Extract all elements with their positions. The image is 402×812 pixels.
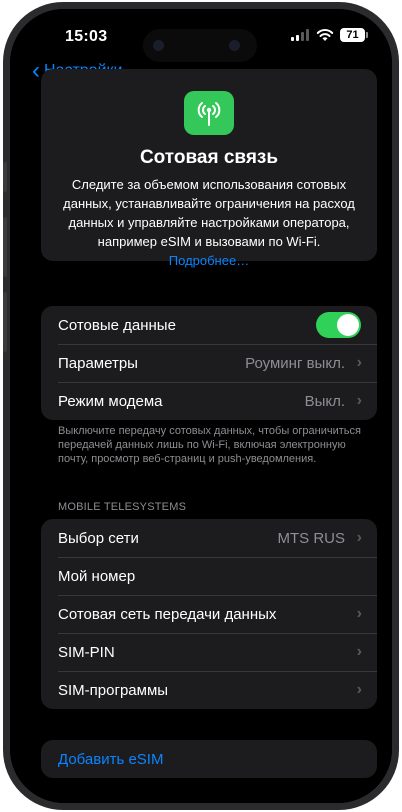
chevron-right-icon: › (356, 681, 362, 698)
cellular-data-group: Сотовые данные Параметры Роуминг выкл. ›… (41, 306, 377, 420)
hotspot-value: Выкл. (304, 392, 345, 410)
camera-icon (229, 40, 240, 51)
battery-indicator: 71 (340, 28, 368, 42)
page-title: Сотовая связь (139, 147, 279, 168)
chevron-right-icon: › (356, 643, 362, 660)
my-number-row[interactable]: Мой номер (41, 557, 377, 595)
parameters-value: Роуминг выкл. (245, 354, 345, 372)
carrier-group: Выбор сети MTS RUS › Мой номер Сотовая с… (41, 519, 377, 709)
my-number-label: Мой номер (58, 567, 136, 585)
wifi-icon (316, 29, 334, 41)
cellular-data-toggle[interactable] (316, 312, 361, 338)
hotspot-row[interactable]: Режим модема Выкл. › (41, 382, 377, 420)
network-selection-row[interactable]: Выбор сети MTS RUS › (41, 519, 377, 557)
status-time: 15:03 (65, 28, 108, 45)
network-selection-value: MTS RUS (277, 529, 346, 547)
cellular-data-network-row[interactable]: Сотовая сеть передачи данных › (41, 595, 377, 633)
cellular-description: Следите за объемом использования сотовых… (55, 175, 363, 270)
add-esim-button[interactable]: Добавить eSIM (41, 740, 377, 778)
antenna-icon (184, 91, 234, 135)
add-esim-group: Добавить eSIM (41, 740, 377, 778)
cellular-info-card: Сотовая связь Следите за объемом использ… (41, 69, 377, 268)
chevron-right-icon: › (356, 529, 362, 546)
chevron-right-icon: › (356, 605, 362, 622)
parameters-row[interactable]: Параметры Роуминг выкл. › (41, 344, 377, 382)
cellular-data-network-label: Сотовая сеть передачи данных (58, 605, 277, 623)
cellular-data-footnote: Выключите передачу сотовых данных, чтобы… (58, 425, 361, 465)
volume-up-button (3, 217, 7, 277)
cellular-data-label: Сотовые данные (58, 316, 176, 334)
screen-bezel: 15:03 71 ‹ Настройки (10, 9, 392, 803)
chevron-left-icon: ‹ (32, 57, 40, 84)
learn-more-link[interactable]: Подробнее… (169, 253, 249, 268)
chevron-right-icon: › (356, 392, 362, 409)
add-esim-label: Добавить eSIM (58, 750, 164, 768)
hotspot-label: Режим модема (58, 392, 163, 410)
cellular-data-row: Сотовые данные (41, 306, 377, 344)
phone-frame: 15:03 71 ‹ Настройки (3, 2, 399, 810)
dynamic-island (143, 29, 257, 62)
cellular-signal-icon (291, 29, 309, 41)
sim-apps-label: SIM-программы (58, 681, 169, 699)
description-text: Следите за объемом использования сотовых… (63, 177, 355, 249)
sim-apps-row[interactable]: SIM-программы › (41, 671, 377, 709)
action-button (3, 162, 7, 192)
chevron-right-icon: › (356, 354, 362, 371)
sensor-icon (153, 40, 164, 51)
volume-down-button (3, 292, 7, 352)
carrier-section-header: MOBILE TELESYSTEMS (58, 501, 187, 513)
sim-pin-label: SIM-PIN (58, 643, 115, 661)
parameters-label: Параметры (58, 354, 138, 372)
network-selection-label: Выбор сети (58, 529, 139, 547)
sim-pin-row[interactable]: SIM-PIN › (41, 633, 377, 671)
screen: 15:03 71 ‹ Настройки (10, 9, 392, 803)
